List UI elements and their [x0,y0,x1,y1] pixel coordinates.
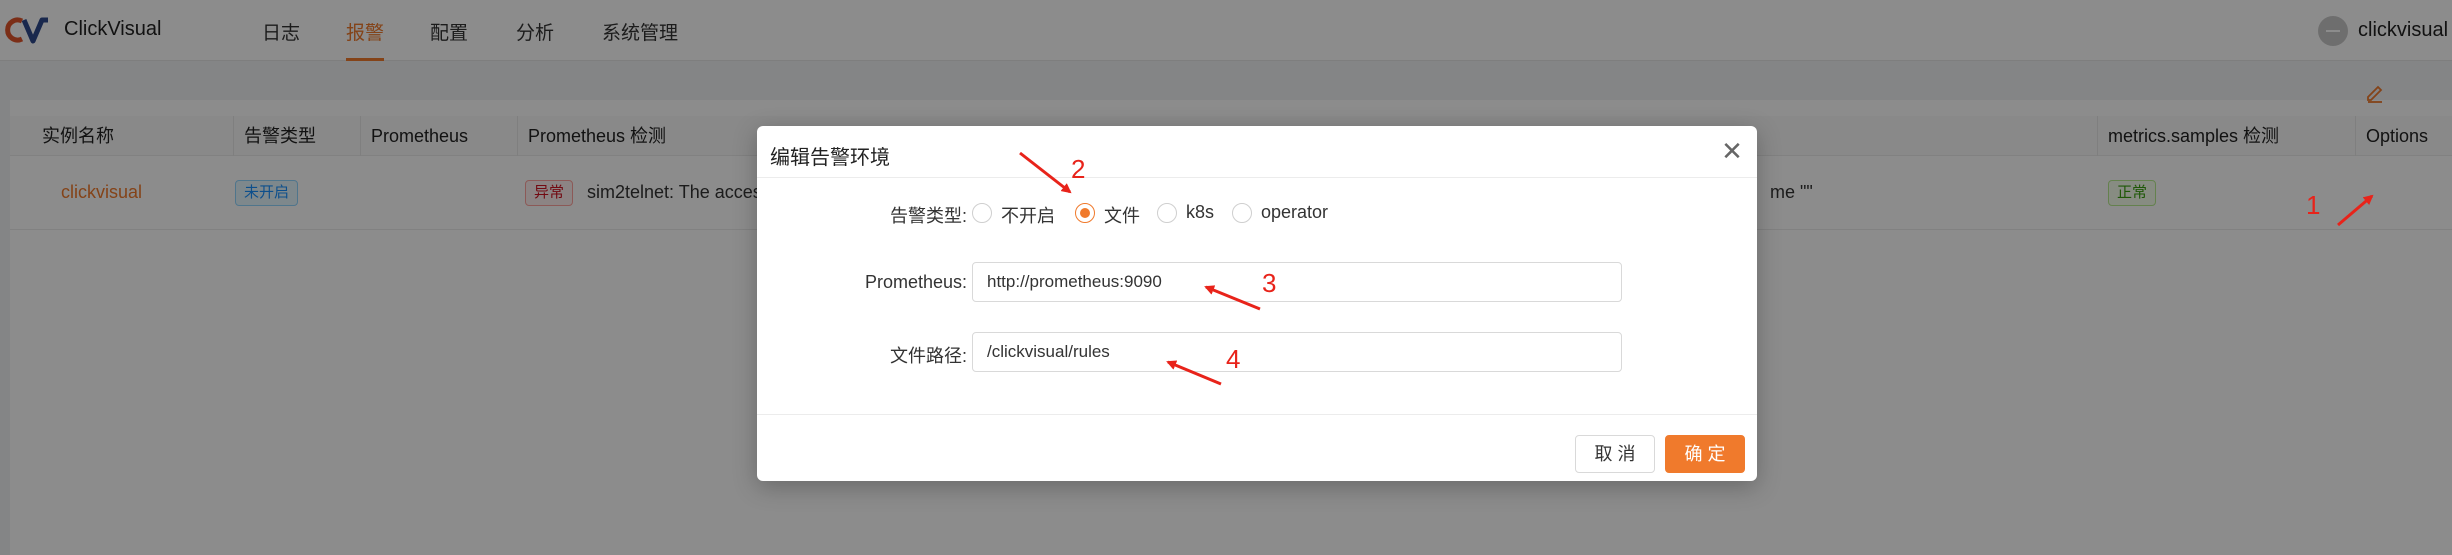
annotation-arrow-2 [1019,151,1072,194]
annotation-arrow-3 [1204,285,1261,311]
annotation-arrows [1019,151,2374,386]
annotation-4: 4 [1226,344,1241,374]
annotation-arrow-4 [1166,360,1222,386]
annotation-1: 1 [2306,190,2321,220]
annotation-arrow-1 [2337,194,2374,227]
annotation-3: 3 [1262,268,1277,298]
annotation-2: 2 [1071,154,1086,184]
